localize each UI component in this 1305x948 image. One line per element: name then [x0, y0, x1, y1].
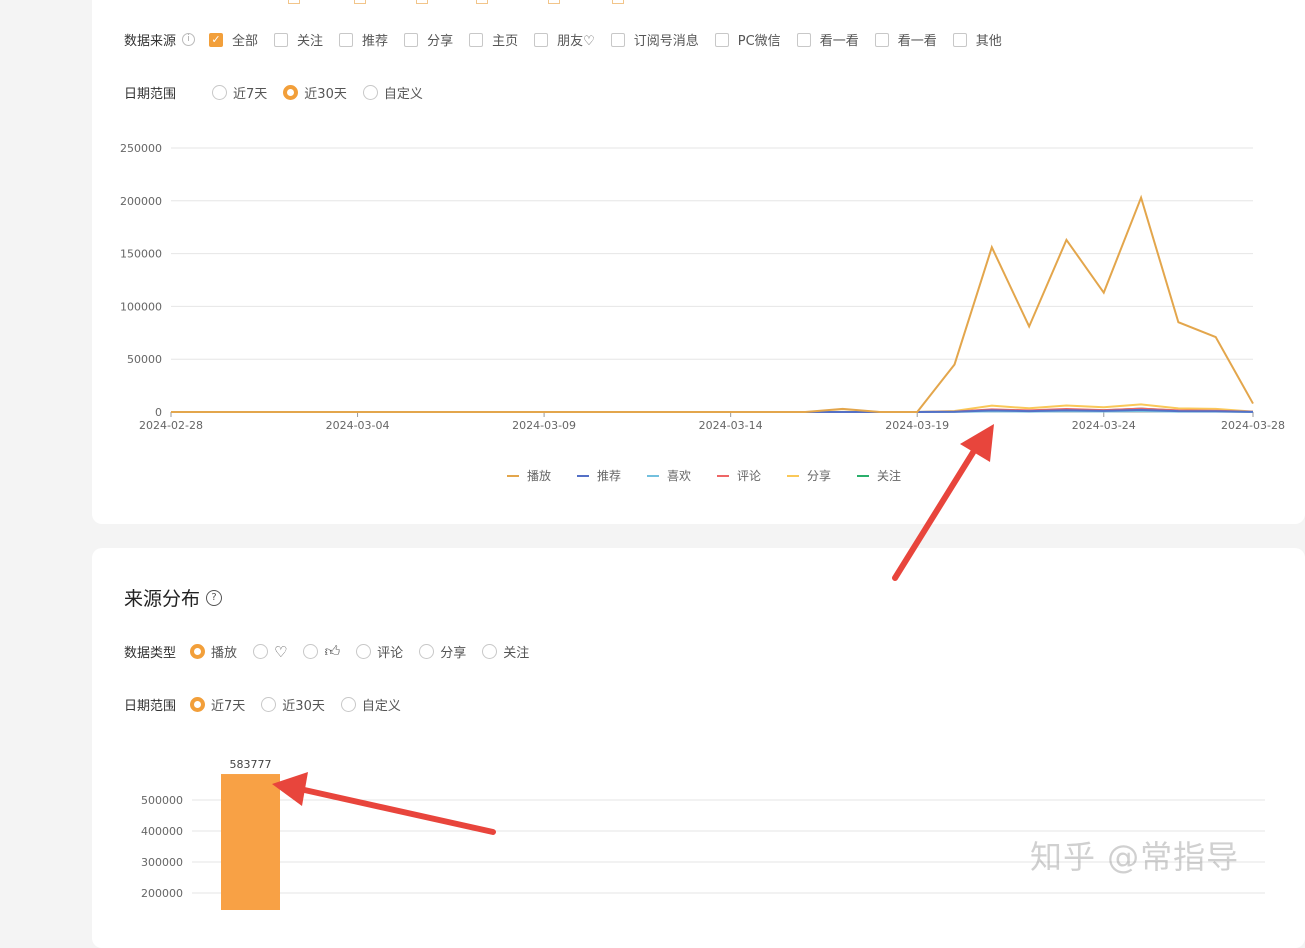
y-tick-label: 200000	[120, 195, 162, 208]
x-tick-label: 2024-03-19	[885, 419, 949, 432]
legend-label: 分享	[807, 468, 831, 483]
legend-label: 喜欢	[667, 468, 691, 483]
bar	[221, 774, 280, 910]
x-tick-label: 2024-03-09	[512, 419, 576, 432]
x-tick-label: 2024-03-24	[1072, 419, 1136, 432]
watermark: 知乎 @常指导	[1030, 838, 1240, 876]
y-tick-label: 250000	[120, 142, 162, 155]
legend-label: 关注	[877, 468, 901, 483]
y-tick-label: 50000	[127, 353, 162, 366]
x-tick-label: 2024-02-28	[139, 419, 203, 432]
y-tick-label: 150000	[120, 248, 162, 261]
trend-line-chart: 0 50000 100000 150000 200000 250000 2024-02-28…	[120, 142, 1285, 910]
bar-y-tick-label: 200000	[141, 887, 183, 900]
bar-y-tick-label: 300000	[141, 856, 183, 869]
y-tick-label: 100000	[120, 300, 162, 313]
x-tick-label: 2024-03-28	[1221, 419, 1285, 432]
x-tick-label: 2024-03-14	[699, 419, 763, 432]
legend-label: 推荐	[597, 469, 621, 483]
bar-data-label: 583777	[230, 758, 272, 771]
legend-label: 评论	[737, 469, 761, 483]
y-tick-label: 0	[155, 406, 162, 419]
x-tick-label: 2024-03-04	[326, 419, 390, 432]
series-line-播放	[171, 194, 1254, 413]
bar-y-tick-label: 500000	[141, 794, 183, 807]
legend-label: 播放	[527, 468, 551, 483]
bar-y-tick-label: 400000	[141, 825, 183, 838]
